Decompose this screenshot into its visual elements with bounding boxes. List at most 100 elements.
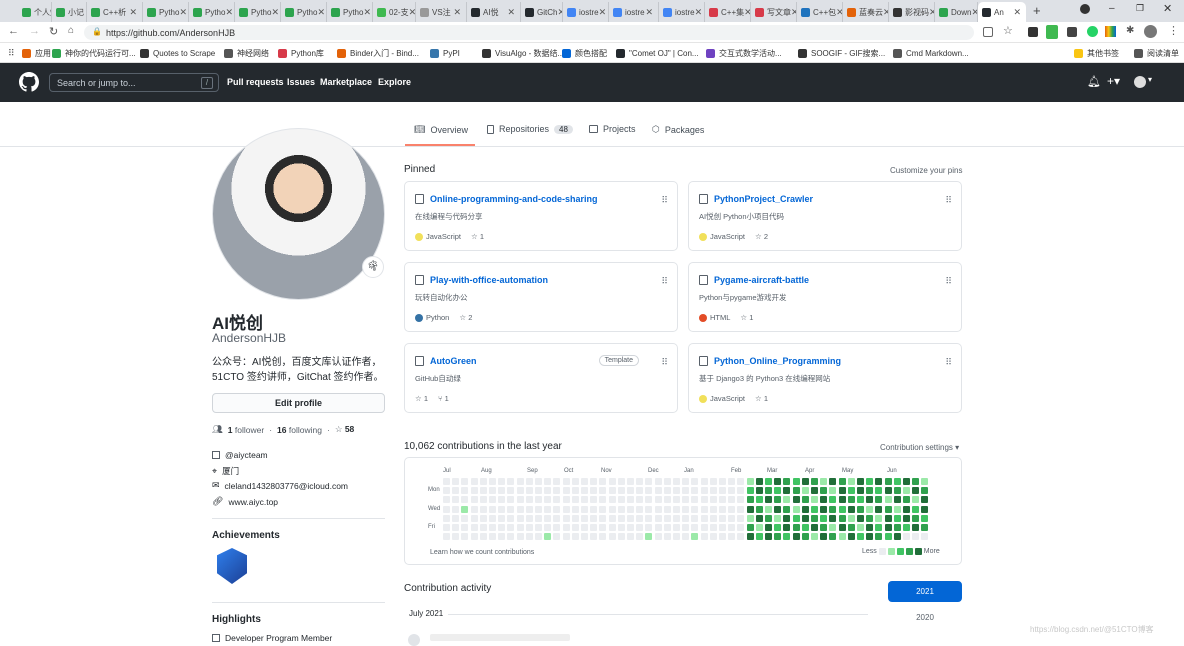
contribution-day-cell[interactable] <box>700 505 708 513</box>
contribution-day-cell[interactable] <box>544 478 552 485</box>
contribution-day-cell[interactable] <box>673 533 680 541</box>
contribution-day-cell[interactable] <box>700 524 708 531</box>
contribution-day-cell[interactable] <box>811 487 818 495</box>
pinned-repo-link[interactable]: Python_Online_Programming <box>714 356 841 366</box>
contribution-day-cell[interactable] <box>820 487 828 495</box>
contribution-day-cell[interactable] <box>783 524 791 531</box>
contribution-day-cell[interactable] <box>709 514 717 522</box>
contribution-day-cell[interactable] <box>728 505 736 513</box>
contribution-day-cell[interactable] <box>507 514 515 522</box>
contribution-day-cell[interactable] <box>783 487 791 495</box>
contribution-day-cell[interactable] <box>590 514 598 522</box>
contribution-day-cell[interactable] <box>443 524 450 531</box>
avatar[interactable] <box>212 128 385 300</box>
contribution-day-cell[interactable] <box>553 524 561 531</box>
contribution-day-cell[interactable] <box>829 496 837 504</box>
contribution-day-cell[interactable] <box>884 478 892 485</box>
contribution-day-cell[interactable] <box>783 533 791 541</box>
contribution-day-cell[interactable] <box>875 487 883 495</box>
drag-handle-icon[interactable]: ⠿ <box>945 357 952 368</box>
contribution-day-cell[interactable] <box>875 524 883 531</box>
contribution-day-cell[interactable] <box>811 505 818 513</box>
close-window-icon[interactable]: ✕ <box>1163 2 1172 15</box>
contribution-day-cell[interactable] <box>682 505 690 513</box>
contribution-day-cell[interactable] <box>479 496 487 504</box>
drag-handle-icon[interactable]: ⠿ <box>661 357 668 368</box>
following-link[interactable]: 16 following <box>277 425 322 435</box>
contribution-day-cell[interactable] <box>792 505 800 513</box>
contribution-day-cell[interactable] <box>627 505 634 513</box>
contribution-day-cell[interactable] <box>673 514 680 522</box>
contribution-day-cell[interactable] <box>645 514 653 522</box>
bookmark-item[interactable]: 交互式数学活动... <box>706 43 782 63</box>
pinned-repo-link[interactable]: AutoGreen <box>430 356 477 366</box>
tab-projects[interactable]: Projects <box>589 124 636 134</box>
contribution-day-cell[interactable] <box>498 496 506 504</box>
contribution-day-cell[interactable] <box>452 487 460 495</box>
contribution-day-cell[interactable] <box>682 533 690 541</box>
contribution-day-cell[interactable] <box>636 505 644 513</box>
contribution-day-cell[interactable] <box>737 496 745 504</box>
contribution-day-cell[interactable] <box>820 496 828 504</box>
contribution-day-cell[interactable] <box>627 514 634 522</box>
contribution-day-cell[interactable] <box>525 505 533 513</box>
contribution-day-cell[interactable] <box>737 524 745 531</box>
contribution-day-cell[interactable] <box>921 514 929 522</box>
contribution-day-cell[interactable] <box>461 478 469 485</box>
contribution-day-cell[interactable] <box>691 478 699 485</box>
learn-contributions-link[interactable]: Learn how we count contributions <box>430 549 534 556</box>
contribution-day-cell[interactable] <box>443 487 450 495</box>
contribution-day-cell[interactable] <box>838 478 846 485</box>
contribution-day-cell[interactable] <box>774 487 782 495</box>
contribution-day-cell[interactable] <box>709 487 717 495</box>
avatar[interactable] <box>1144 25 1157 38</box>
pinned-repo-link[interactable]: Pygame-aircraft-battle <box>714 275 809 285</box>
contribution-day-cell[interactable] <box>452 505 460 513</box>
edit-profile-button[interactable]: Edit profile <box>212 393 385 413</box>
contribution-day-cell[interactable] <box>737 533 745 541</box>
contribution-day-cell[interactable] <box>617 533 625 541</box>
contribution-day-cell[interactable] <box>489 524 496 531</box>
contribution-day-cell[interactable] <box>608 533 616 541</box>
contribution-day-cell[interactable] <box>470 533 478 541</box>
contribution-day-cell[interactable] <box>590 478 598 485</box>
contribution-day-cell[interactable] <box>516 478 524 485</box>
contribution-day-cell[interactable] <box>875 505 883 513</box>
browser-tab[interactable]: iostre ✕ <box>563 2 609 22</box>
browser-tab[interactable]: Pytho ✕ <box>143 2 189 22</box>
close-tab-icon[interactable]: ✕ <box>129 7 137 18</box>
contribution-day-cell[interactable] <box>562 487 570 495</box>
contribution-day-cell[interactable] <box>645 533 653 541</box>
contribution-day-cell[interactable] <box>893 496 901 504</box>
contribution-day-cell[interactable] <box>903 505 910 513</box>
contribution-day-cell[interactable] <box>792 478 800 485</box>
browser-tab[interactable]: Pytho ✕ <box>281 2 327 22</box>
contribution-day-cell[interactable] <box>535 533 542 541</box>
contribution-day-cell[interactable] <box>617 487 625 495</box>
contribution-day-cell[interactable] <box>857 478 864 485</box>
close-tab-icon[interactable]: ✕ <box>599 7 607 18</box>
contribution-day-cell[interactable] <box>682 496 690 504</box>
contribution-day-cell[interactable] <box>737 514 745 522</box>
contribution-day-cell[interactable] <box>525 478 533 485</box>
contribution-day-cell[interactable] <box>875 514 883 522</box>
contribution-day-cell[interactable] <box>627 478 634 485</box>
browser-tab[interactable]: C++析 ✕ <box>87 2 143 22</box>
contribution-day-cell[interactable] <box>866 487 874 495</box>
contribution-day-cell[interactable] <box>857 524 864 531</box>
contribution-day-cell[interactable] <box>857 496 864 504</box>
contribution-day-cell[interactable] <box>581 505 588 513</box>
contribution-day-cell[interactable] <box>903 478 910 485</box>
contribution-day-cell[interactable] <box>691 533 699 541</box>
contribution-day-cell[interactable] <box>663 496 671 504</box>
contribution-day-cell[interactable] <box>811 496 818 504</box>
contribution-day-cell[interactable] <box>599 496 607 504</box>
contribution-day-cell[interactable] <box>811 533 818 541</box>
contribution-day-cell[interactable] <box>820 514 828 522</box>
contribution-day-cell[interactable] <box>921 487 929 495</box>
contribution-day-cell[interactable] <box>553 514 561 522</box>
contribution-day-cell[interactable] <box>654 514 662 522</box>
contribution-day-cell[interactable] <box>765 496 772 504</box>
contribution-day-cell[interactable] <box>498 505 506 513</box>
contribution-day-cell[interactable] <box>755 524 763 531</box>
